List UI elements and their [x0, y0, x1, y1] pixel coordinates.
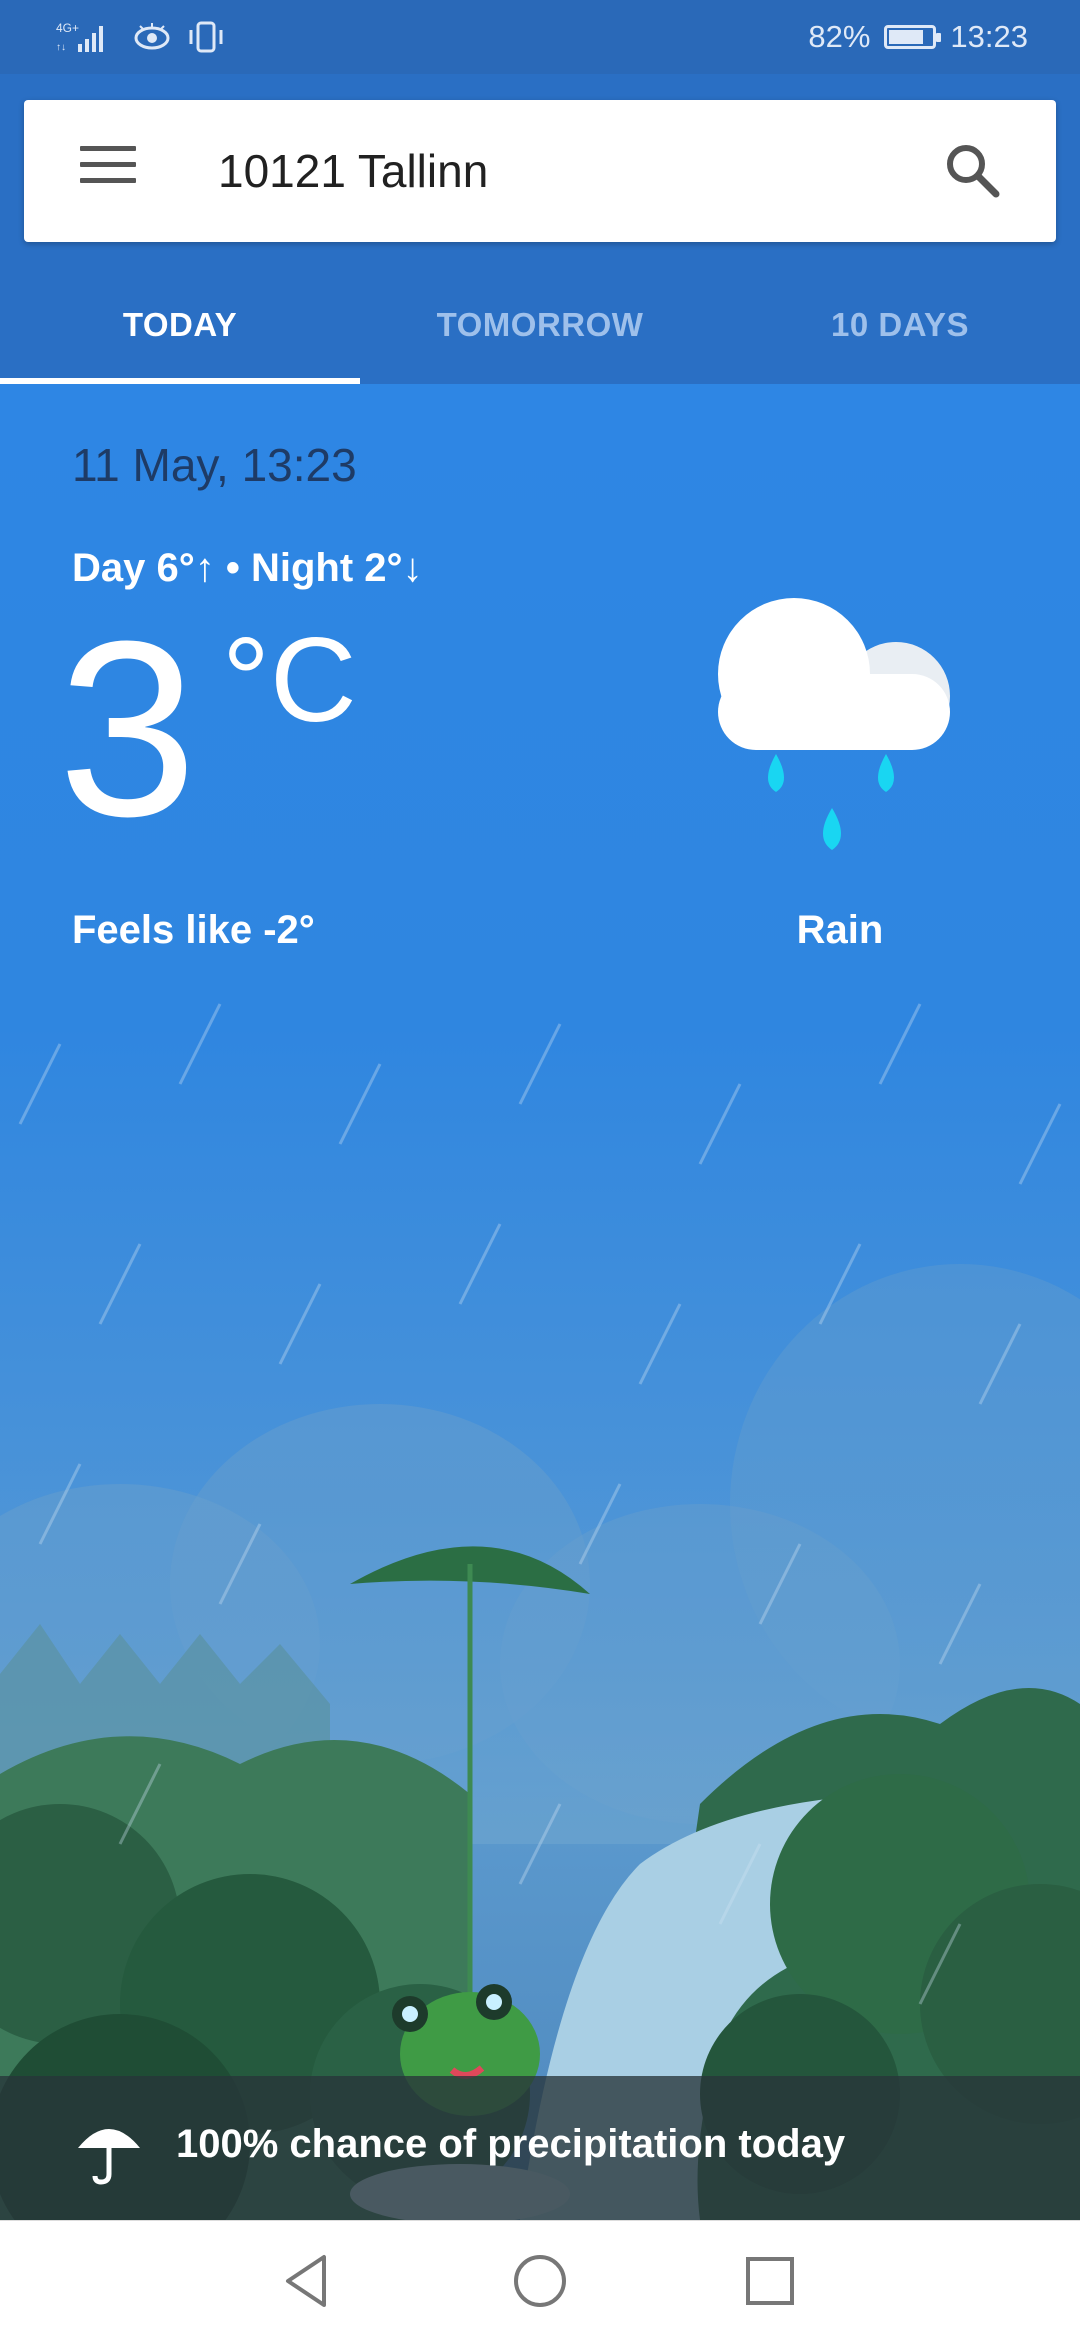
- eye-icon: [134, 23, 170, 50]
- umbrella-icon: [78, 2129, 140, 2185]
- battery-percent: 82%: [808, 19, 871, 54]
- tab-today[interactable]: TODAY: [0, 266, 360, 384]
- location-input[interactable]: [218, 138, 918, 204]
- search-bar: [24, 100, 1056, 242]
- menu-icon[interactable]: [80, 146, 136, 196]
- status-bar: 4G+ ↑↓ 82% 13:23: [0, 0, 1080, 74]
- search-icon[interactable]: [940, 138, 1004, 202]
- temperature-unit: °C: [222, 613, 357, 747]
- recents-square-icon[interactable]: [740, 2251, 800, 2311]
- rain-landscape-illustration: [0, 1003, 1080, 2220]
- status-icons-right: 82% 13:23: [808, 16, 1028, 58]
- current-temperature: 3: [58, 589, 197, 868]
- battery-fill: [889, 30, 924, 44]
- tab-bar: TODAY TOMORROW 10 DAYS: [0, 266, 1080, 384]
- svg-text:4G+: 4G+: [56, 21, 79, 35]
- status-icons-left: 4G+ ↑↓: [56, 16, 226, 58]
- back-triangle-icon[interactable]: [278, 2251, 338, 2311]
- precipitation-text: 100% chance of precipitation today: [176, 2122, 846, 2166]
- vibrate-icon: [189, 21, 223, 53]
- svg-text:↑↓: ↑↓: [56, 42, 66, 53]
- precipitation-banner[interactable]: 100% chance of precipitation today: [0, 2076, 1080, 2220]
- rain-cloud-icon: [718, 598, 950, 850]
- weather-condition: Rain: [796, 908, 884, 952]
- battery-icon: [884, 25, 942, 49]
- navigation-bar: [0, 2220, 1080, 2341]
- feels-like: Feels like -2°: [72, 908, 315, 952]
- day-night-temperatures: Day 6°↑ • Night 2°↓: [72, 546, 423, 590]
- clock: 13:23: [950, 19, 1028, 54]
- tab-tomorrow[interactable]: TOMORROW: [360, 266, 720, 384]
- home-circle-icon[interactable]: [510, 2251, 570, 2311]
- signal-icon: 4G+ ↑↓: [56, 21, 103, 53]
- tab-10-days[interactable]: 10 DAYS: [720, 266, 1080, 384]
- weather-panel: 11 May, 13:23 Day 6°↑ • Night 2°↓ 3 °C F…: [0, 384, 1080, 2220]
- date-time: 11 May, 13:23: [72, 439, 357, 491]
